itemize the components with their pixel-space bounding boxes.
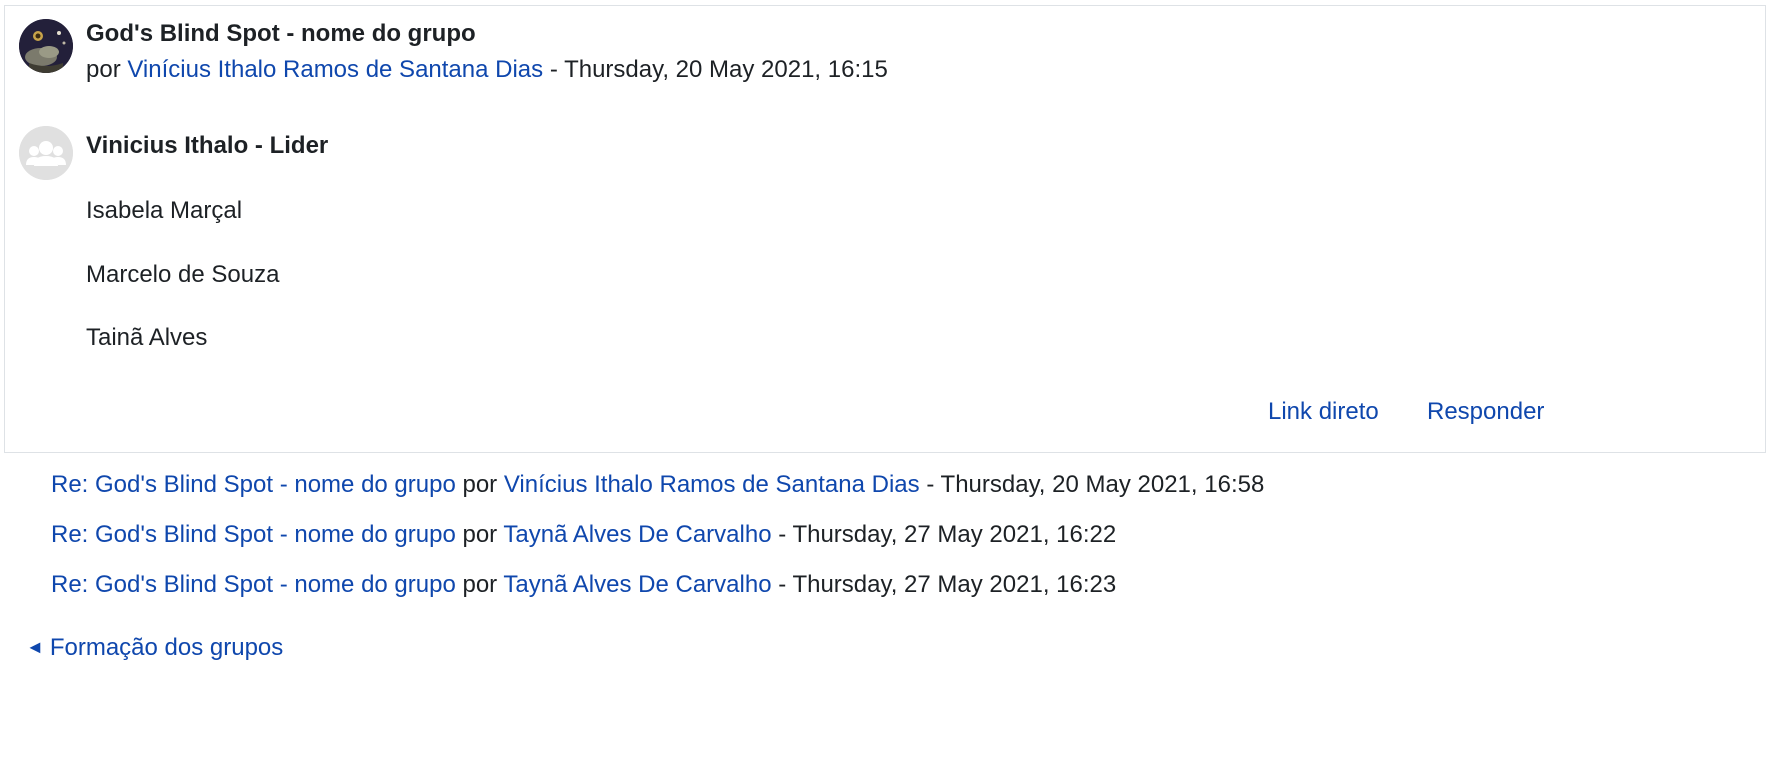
author-link[interactable]: Vinícius Ithalo Ramos de Santana Dias	[127, 56, 543, 83]
byline-prefix: por	[86, 56, 121, 83]
back-arrow-icon: ◄	[26, 637, 44, 657]
author-avatar[interactable]	[19, 19, 73, 73]
reply-date: Thursday, 27 May 2021, 16:23	[792, 571, 1117, 598]
reply-author-link[interactable]: Taynã Alves De Carvalho	[503, 571, 771, 598]
reply-subject-link[interactable]: Re: God's Blind Spot - nome do grupo	[51, 521, 456, 548]
reply-separator: -	[778, 571, 787, 598]
content-heading: Vinicius Ithalo - Lider	[86, 132, 329, 159]
reply-subject-link[interactable]: Re: God's Blind Spot - nome do grupo	[51, 471, 456, 498]
reply-date: Thursday, 27 May 2021, 16:22	[792, 521, 1117, 548]
reply-separator: -	[778, 521, 787, 548]
reply-row: Re: God's Blind Spot - nome do grupo por…	[51, 521, 1116, 549]
reply-row: Re: God's Blind Spot - nome do grupo por…	[51, 571, 1116, 599]
reply-by-prefix: por	[462, 571, 498, 598]
member-item: Tainã Alves	[86, 324, 208, 351]
group-icon	[19, 126, 73, 180]
user-photo-icon	[19, 19, 73, 73]
byline-separator: -	[549, 56, 558, 83]
reply-author-link[interactable]: Vinícius Ithalo Ramos de Santana Dias	[504, 471, 920, 498]
previous-discussion-label: Formação dos grupos	[49, 634, 284, 661]
reply-date: Thursday, 20 May 2021, 16:58	[940, 471, 1265, 498]
reply-link[interactable]: Responder	[1427, 398, 1544, 426]
post-subject: God's Blind Spot - nome do grupo	[86, 20, 476, 47]
forum-post: God's Blind Spot - nome do grupo por Vin…	[4, 5, 1766, 453]
permalink-link[interactable]: Link direto	[1268, 398, 1379, 426]
reply-subject-link[interactable]: Re: God's Blind Spot - nome do grupo	[51, 571, 456, 598]
member-item: Isabela Marçal	[86, 197, 243, 224]
post-date: Thursday, 20 May 2021, 16:15	[564, 56, 888, 83]
reply-row: Re: God's Blind Spot - nome do grupo por…	[51, 471, 1264, 499]
reply-separator: -	[926, 471, 935, 498]
reply-by-prefix: por	[462, 521, 498, 548]
reply-by-prefix: por	[462, 471, 498, 498]
group-avatar	[19, 126, 73, 180]
reply-author-link[interactable]: Taynã Alves De Carvalho	[503, 521, 771, 548]
previous-discussion-link[interactable]: ◄ Formação dos grupos	[26, 634, 283, 662]
member-item: Marcelo de Souza	[86, 261, 280, 288]
post-byline: por Vinícius Ithalo Ramos de Santana Dia…	[86, 56, 888, 84]
